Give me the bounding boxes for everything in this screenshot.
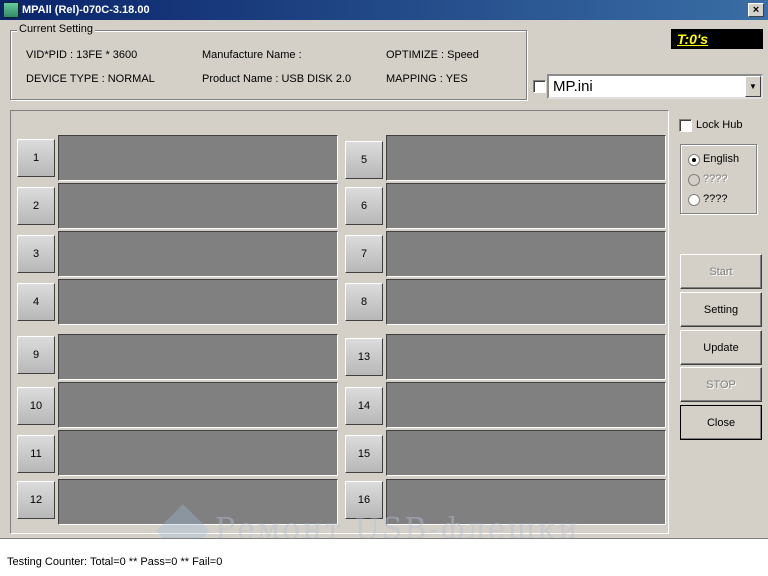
language-radio-2: [688, 174, 700, 186]
port-status-bar-1: [58, 135, 338, 181]
status-bar: Testing Counter: Total=0 ** Pass=0 ** Fa…: [0, 538, 768, 576]
port-button-6[interactable]: 6: [345, 187, 383, 225]
port-button-2[interactable]: 2: [17, 187, 55, 225]
ini-checkbox[interactable]: [533, 80, 546, 93]
product-name-text: Product Name : USB DISK 2.0: [202, 73, 352, 85]
port-button-4[interactable]: 4: [17, 283, 55, 321]
port-button-8[interactable]: 8: [345, 283, 383, 321]
stop-button[interactable]: STOP: [680, 367, 762, 402]
port-button-10[interactable]: 10: [17, 387, 55, 425]
port-status-bar-5: [386, 135, 666, 181]
port-status-bar-9: [58, 334, 338, 380]
setting-button[interactable]: Setting: [680, 292, 762, 327]
chevron-down-icon[interactable]: ▼: [745, 76, 761, 97]
port-button-15[interactable]: 15: [345, 435, 383, 473]
port-status-bar-3: [58, 231, 338, 277]
testing-counter-text: Testing Counter: Total=0 ** Pass=0 ** Fa…: [7, 556, 223, 568]
window-close-button[interactable]: ×: [748, 3, 764, 17]
title-bar: MPAll (Rel)-070C-3.18.00 ×: [0, 0, 768, 20]
port-button-1[interactable]: 1: [17, 139, 55, 177]
device-type-text: DEVICE TYPE : NORMAL: [26, 73, 155, 85]
update-button[interactable]: Update: [680, 330, 762, 365]
mapping-text: MAPPING : YES: [386, 73, 468, 85]
manufacture-name-text: Manufacture Name :: [202, 49, 302, 61]
port-button-12[interactable]: 12: [17, 481, 55, 519]
port-button-14[interactable]: 14: [345, 387, 383, 425]
port-button-13[interactable]: 13: [345, 338, 383, 376]
language-radio-3[interactable]: [688, 194, 700, 206]
port-status-bar-11: [58, 430, 338, 476]
port-status-bar-13: [386, 334, 666, 380]
optimize-text: OPTIMIZE : Speed: [386, 49, 479, 61]
vid-pid-text: VID*PID : 13FE * 3600: [26, 49, 138, 61]
start-button[interactable]: Start: [680, 254, 762, 289]
current-setting-label: Current Setting: [17, 23, 95, 35]
lock-hub-checkbox[interactable]: [679, 119, 692, 132]
port-status-bar-10: [58, 382, 338, 428]
port-status-bar-15: [386, 430, 666, 476]
current-setting-group: Current Setting VID*PID : 13FE * 3600 DE…: [10, 23, 527, 100]
app-icon: [3, 2, 19, 18]
lock-hub-label: Lock Hub: [696, 119, 743, 131]
language-label-english: English: [703, 153, 740, 165]
port-button-9[interactable]: 9: [17, 336, 55, 374]
port-status-bar-6: [386, 183, 666, 229]
port-status-bar-7: [386, 231, 666, 277]
port-status-bar-2: [58, 183, 338, 229]
port-button-11[interactable]: 11: [17, 435, 55, 473]
port-status-bar-14: [386, 382, 666, 428]
port-button-5[interactable]: 5: [345, 141, 383, 179]
timer-display: T:0's: [671, 29, 763, 49]
window-title: MPAll (Rel)-070C-3.18.00: [22, 4, 150, 16]
language-radio-english[interactable]: [688, 154, 700, 166]
port-button-7[interactable]: 7: [345, 235, 383, 273]
port-status-bar-4: [58, 279, 338, 325]
ini-select-value: MP.ini: [553, 78, 593, 95]
language-label-3: ????: [703, 193, 728, 205]
language-label-2: ????: [703, 173, 728, 185]
close-button[interactable]: Close: [680, 405, 762, 440]
port-status-bar-8: [386, 279, 666, 325]
port-button-3[interactable]: 3: [17, 235, 55, 273]
ini-select[interactable]: MP.ini ▼: [547, 74, 763, 99]
